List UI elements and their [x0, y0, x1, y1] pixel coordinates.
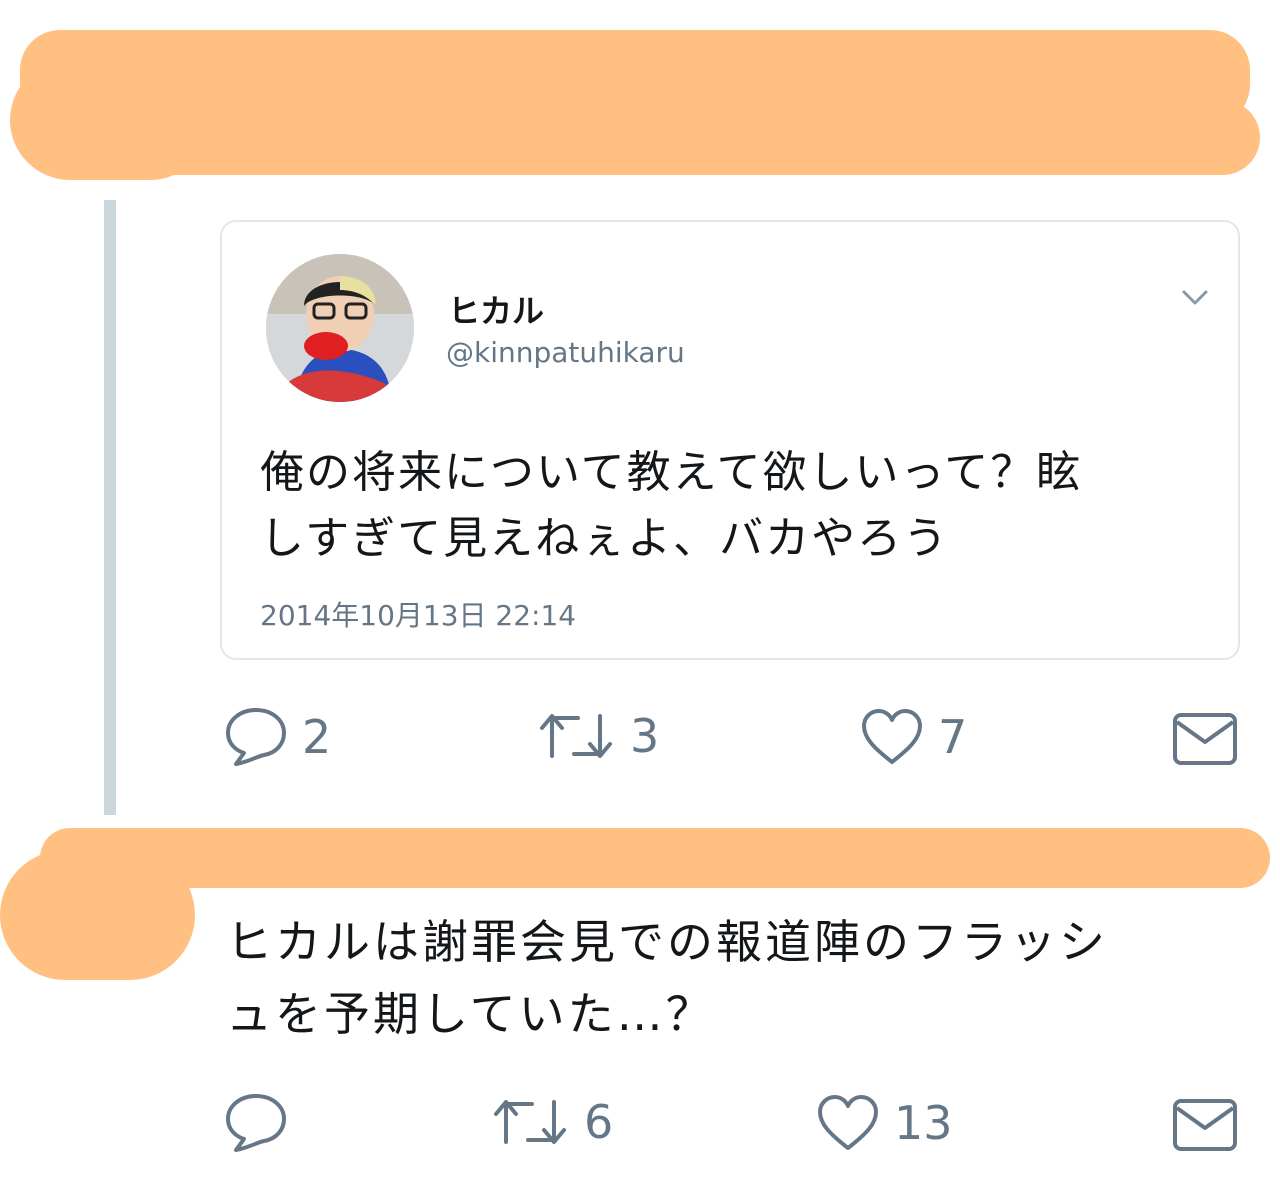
- redaction-mid-2: [0, 850, 195, 980]
- like-icon: [862, 709, 922, 764]
- quoted-tweet-card[interactable]: ヒカル @kinnpatuhikaru 俺の将来について教えて欲しいって？眩 し…: [220, 220, 1240, 660]
- reply-button[interactable]: 2: [224, 706, 331, 768]
- direct-message-icon: [1173, 713, 1237, 765]
- like-count: 7: [938, 710, 968, 764]
- like-count-2: 13: [894, 1096, 953, 1150]
- quoted-text-line-1: 俺の将来について教えて欲しいって？眩: [260, 447, 1083, 498]
- quoted-tweet-text: 俺の将来について教えて欲しいって？眩 しすぎて見えねぇよ、バカやろう: [260, 440, 1220, 572]
- direct-message-button[interactable]: [1172, 712, 1238, 766]
- author-name[interactable]: ヒカル: [448, 286, 544, 332]
- direct-message-icon: [1173, 1099, 1237, 1151]
- author-handle[interactable]: @kinnpatuhikaru: [446, 336, 685, 369]
- retweet-count-2: 6: [584, 1095, 614, 1149]
- retweet-button[interactable]: 3: [536, 706, 659, 766]
- reply-count: 2: [302, 710, 332, 764]
- retweet-icon: [540, 714, 612, 758]
- tweet-text: ヒカルは謝罪会見での報道陣のフラッシ ュを予期していた…？: [226, 906, 1246, 1050]
- thread-line: [104, 200, 116, 815]
- reply-button-2[interactable]: [224, 1092, 288, 1154]
- like-icon: [818, 1095, 878, 1150]
- tweet-text-line-2: ュを予期していた…？: [226, 987, 715, 1041]
- retweet-icon: [494, 1100, 566, 1144]
- like-button[interactable]: 7: [860, 708, 967, 766]
- redaction-top-3: [20, 100, 1260, 175]
- redaction-mid-1: [40, 828, 1270, 888]
- timestamp: 2014年10月13日 22:14: [260, 599, 577, 632]
- reply-icon: [226, 1094, 286, 1152]
- chevron-down-icon[interactable]: [1180, 282, 1210, 312]
- quoted-text-line-2: しすぎて見えねぇよ、バカやろう: [260, 513, 950, 564]
- like-button-2[interactable]: 13: [816, 1094, 953, 1152]
- retweet-count: 3: [630, 709, 660, 763]
- reply-icon: [226, 708, 286, 766]
- avatar[interactable]: [266, 254, 414, 402]
- retweet-button-2[interactable]: 6: [490, 1092, 613, 1152]
- tweet-text-line-1: ヒカルは謝罪会見での報道陣のフラッシ: [226, 915, 1108, 969]
- direct-message-button-2[interactable]: [1172, 1098, 1238, 1152]
